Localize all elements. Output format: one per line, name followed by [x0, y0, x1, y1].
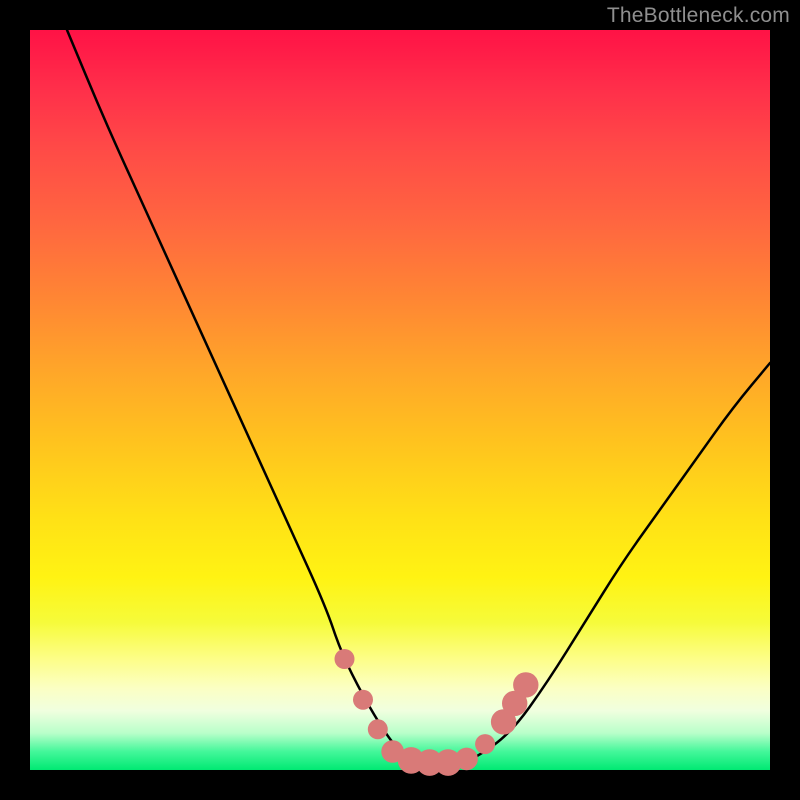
plot-area: [30, 30, 770, 770]
curve-marker: [368, 719, 388, 739]
bottleneck-curve: [67, 30, 770, 763]
curve-marker: [513, 672, 538, 697]
curve-markers: [335, 649, 539, 776]
curve-marker: [455, 748, 478, 771]
curve-marker: [335, 649, 355, 669]
curve-marker: [353, 690, 373, 710]
curve-svg: [30, 30, 770, 770]
watermark-text: TheBottleneck.com: [607, 4, 790, 28]
chart-frame: TheBottleneck.com: [0, 0, 800, 800]
curve-marker: [475, 734, 495, 754]
